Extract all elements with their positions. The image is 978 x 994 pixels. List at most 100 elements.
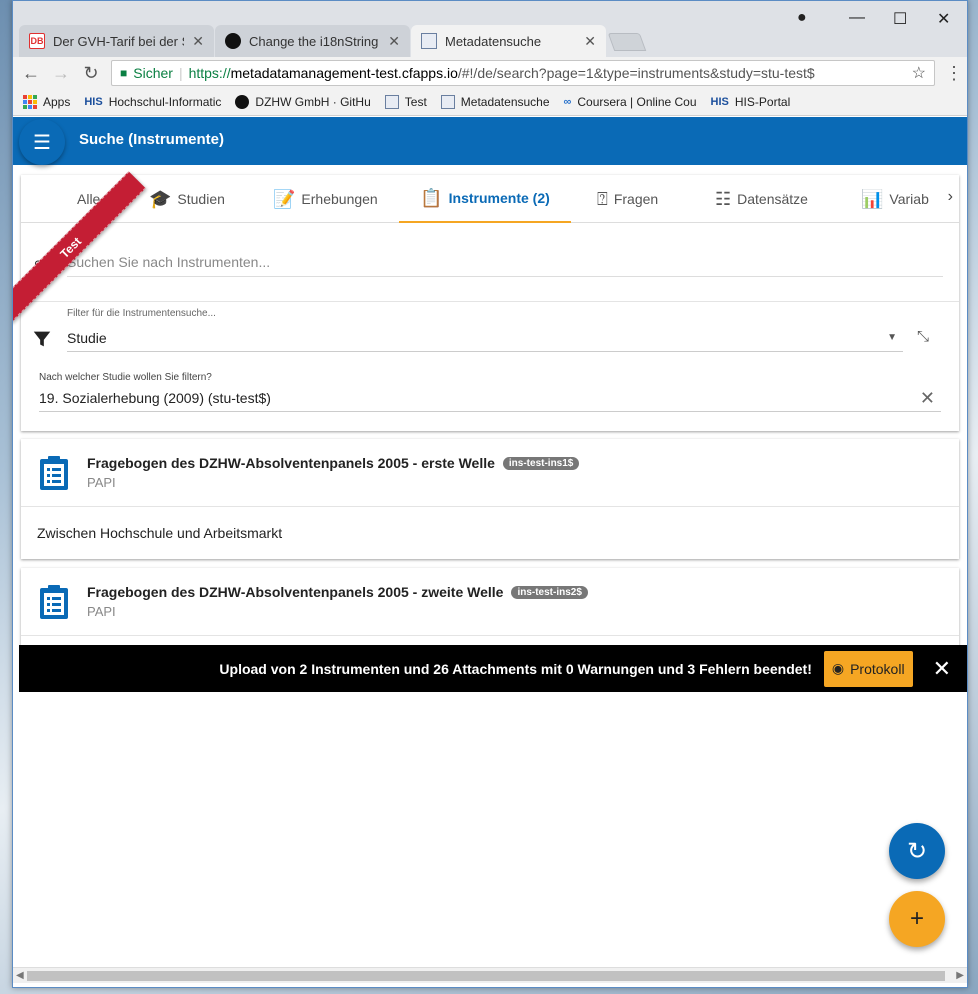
- tab-label: Studien: [177, 191, 225, 207]
- bookmark-his-portal[interactable]: HIS HIS-Portal: [711, 95, 791, 109]
- refresh-button[interactable]: ↻: [889, 823, 945, 879]
- browser-tab-github[interactable]: Change the i18nString fo ✕: [215, 25, 410, 57]
- result-header: Fragebogen des DZHW-Absolventenpanels 20…: [21, 568, 959, 636]
- url-text: https://metadatamanagement-test.cfapps.i…: [188, 65, 815, 81]
- close-icon[interactable]: ✕: [584, 33, 596, 50]
- tab-instrumente[interactable]: 📋 Instrumente (2): [399, 175, 571, 223]
- app-content: Suche (Instrumente) ☰ Alle 🎓 Studien 📝 E…: [13, 117, 967, 967]
- result-card[interactable]: Fragebogen des DZHW-Absolventenpanels 20…: [21, 439, 959, 559]
- minimize-icon[interactable]: —: [849, 9, 865, 27]
- filter-label: Filter für die Instrumentensuche...: [67, 308, 216, 319]
- tab-strip: DB Der GVH-Tarif bei der S-B ✕ Change th…: [13, 1, 967, 57]
- study-filter-input[interactable]: 19. Sozialerhebung (2009) (stu-test$) ✕: [39, 386, 941, 412]
- back-icon[interactable]: ←: [21, 63, 41, 84]
- surveys-icon: 📝: [273, 188, 296, 209]
- new-tab-button[interactable]: [607, 33, 647, 51]
- instruments-icon: 📋: [420, 187, 443, 208]
- bookmark-label: Test: [404, 95, 427, 109]
- app-toolbar: Suche (Instrumente): [13, 117, 967, 165]
- filter-select[interactable]: Studie ▼: [67, 324, 903, 352]
- bookmark-coursera[interactable]: ∞ Coursera | Online Cou: [564, 95, 697, 109]
- tab-label: Instrumente (2): [448, 190, 550, 206]
- close-icon[interactable]: ✕: [388, 33, 400, 50]
- github-icon: [225, 33, 241, 49]
- tab-variablen[interactable]: 📊 Variab: [861, 175, 929, 223]
- separator: |: [178, 65, 183, 81]
- bookmark-hochschul[interactable]: HIS Hochschul-Informatic: [84, 95, 221, 109]
- tab-erhebungen[interactable]: 📝 Erhebungen: [273, 175, 378, 223]
- browser-window: DB Der GVH-Tarif bei der S-B ✕ Change th…: [12, 0, 968, 988]
- chevron-right-icon[interactable]: ›: [948, 188, 953, 206]
- studies-icon: 🎓: [149, 188, 172, 209]
- add-button[interactable]: +: [889, 891, 945, 947]
- tab-fragen[interactable]: ⍰ Fragen: [597, 175, 658, 223]
- browser-toolbar: ← → ↻ ■ Sicher | https://metadatamanagem…: [13, 57, 967, 89]
- bookmark-label: Hochschul-Informatic: [108, 95, 222, 109]
- tab-label: Fragen: [613, 191, 659, 207]
- tab-label: Variab: [889, 191, 929, 207]
- hamburger-menu-button[interactable]: ☰: [19, 119, 65, 165]
- window-close-icon[interactable]: ✕: [937, 9, 950, 29]
- tab-label: Datensätze: [737, 191, 808, 207]
- search-row: ⌕: [21, 223, 959, 301]
- tab-label: Erhebungen: [301, 191, 378, 207]
- study-filter-label: Nach welcher Studie wollen Sie filtern?: [39, 372, 212, 383]
- result-title[interactable]: Fragebogen des DZHW-Absolventenpanels 20…: [87, 584, 588, 600]
- plus-icon: +: [909, 905, 924, 932]
- tab-datensaetze[interactable]: ☷ Datensätze: [715, 175, 808, 223]
- bookmark-apps[interactable]: Apps: [23, 95, 70, 109]
- bookmark-label: Apps: [43, 95, 71, 109]
- variables-icon: 📊: [861, 188, 884, 209]
- his-icon: HIS: [710, 96, 729, 108]
- refresh-icon: ↻: [906, 837, 928, 865]
- coursera-icon: ∞: [563, 96, 572, 108]
- address-bar[interactable]: ■ Sicher | https://metadatamanagement-te…: [111, 60, 935, 86]
- bookmarks-bar: Apps HIS Hochschul-Informatic DZHW GmbH …: [13, 89, 967, 116]
- result-header: Fragebogen des DZHW-Absolventenpanels 20…: [21, 439, 959, 507]
- metadata-icon: [384, 95, 399, 109]
- nav-tabs: Alle 🎓 Studien 📝 Erhebungen 📋 Instrument…: [21, 175, 959, 223]
- protokoll-button[interactable]: ◉ Protokoll: [823, 650, 913, 687]
- scrollbar-thumb[interactable]: [27, 971, 945, 981]
- profile-icon[interactable]: ●: [797, 9, 807, 27]
- star-icon[interactable]: ☆: [912, 63, 926, 83]
- scroll-left-icon[interactable]: ◀: [16, 970, 24, 981]
- result-badge: ins-test-ins1$: [502, 456, 580, 470]
- collapse-icon[interactable]: ⤡: [917, 328, 929, 345]
- forward-icon[interactable]: →: [51, 63, 71, 84]
- page-title: Suche (Instrumente): [79, 131, 225, 148]
- search-input[interactable]: [67, 247, 943, 277]
- snackbar-message: Upload von 2 Instrumenten und 26 Attachm…: [219, 660, 812, 677]
- scroll-right-icon[interactable]: ▶: [956, 970, 964, 981]
- clipboard-icon: [40, 456, 68, 490]
- eye-icon: ◉: [831, 660, 845, 676]
- result-badge: ins-test-ins2$: [511, 585, 588, 599]
- bookmark-metadatensuche[interactable]: Metadatensuche: [440, 95, 550, 109]
- secure-label: Sicher: [133, 65, 173, 81]
- browser-tab-gvh[interactable]: DB Der GVH-Tarif bei der S-B ✕: [19, 25, 214, 57]
- result-title[interactable]: Fragebogen des DZHW-Absolventenpanels 20…: [87, 455, 580, 471]
- protokoll-label: Protokoll: [850, 660, 905, 677]
- apps-icon: [23, 95, 37, 109]
- metadata-icon: [440, 95, 455, 109]
- tab-studien[interactable]: 🎓 Studien: [149, 175, 225, 223]
- clipboard-icon: [40, 585, 68, 619]
- close-icon[interactable]: ✕: [192, 33, 204, 50]
- bookmark-label: DZHW GmbH · GitHu: [255, 95, 371, 109]
- reload-icon[interactable]: ↻: [81, 63, 101, 84]
- snackbar-close-icon[interactable]: ✕: [933, 656, 951, 682]
- lock-icon: ■: [120, 66, 128, 80]
- tab-title: Der GVH-Tarif bei der S-B: [53, 33, 184, 49]
- upload-snackbar: Upload von 2 Instrumenten und 26 Attachm…: [19, 645, 967, 692]
- horizontal-scrollbar[interactable]: ◀ ▶: [13, 967, 967, 983]
- maximize-icon[interactable]: ☐: [893, 9, 907, 29]
- browser-tab-metadatensuche[interactable]: Metadatensuche ✕: [411, 25, 606, 57]
- bookmark-label: Coursera | Online Cou: [577, 95, 697, 109]
- bookmark-dzhw-github[interactable]: DZHW GmbH · GitHu: [235, 95, 371, 109]
- menu-icon[interactable]: ⋮: [945, 63, 963, 84]
- bookmark-test[interactable]: Test: [384, 95, 427, 109]
- result-type: PAPI: [87, 475, 116, 490]
- result-type: PAPI: [87, 604, 116, 619]
- clear-icon[interactable]: ✕: [920, 386, 935, 410]
- github-icon: [235, 95, 250, 109]
